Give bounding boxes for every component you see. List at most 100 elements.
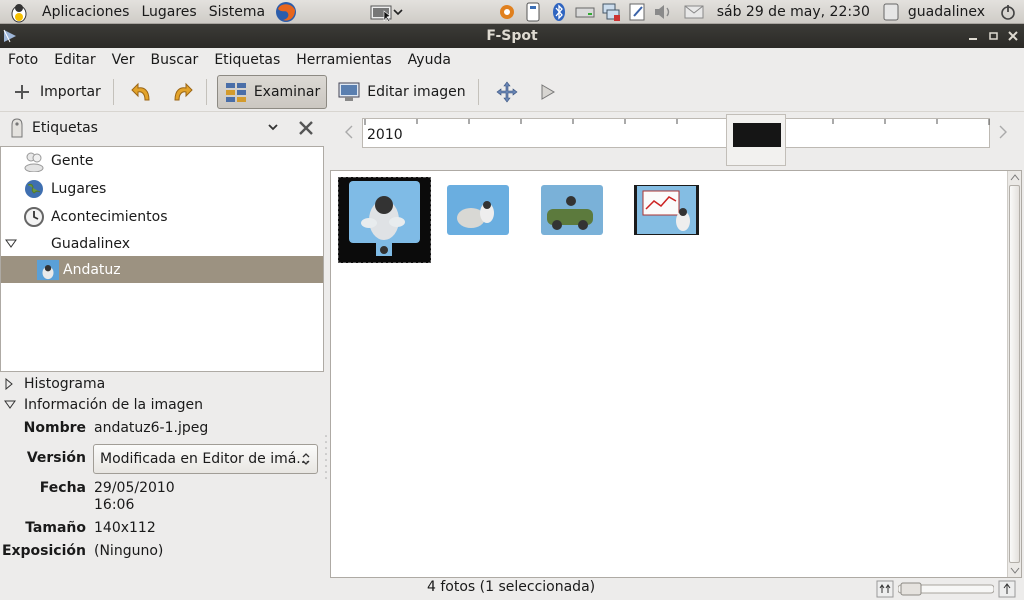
menu-ver[interactable]: Ver [104,48,143,72]
rotate-left-icon [130,80,154,104]
browse-button[interactable]: Examinar [216,74,328,109]
pane-splitter-handle[interactable] [324,430,328,490]
tag-item-guadalinex[interactable]: Guadalinex [1,230,323,257]
spin-arrows-icon [302,453,310,465]
volume-icon[interactable] [653,2,673,22]
bluetooth-icon[interactable] [549,2,569,22]
tag-item-acontecimientos[interactable]: Acontecimientos [1,203,323,230]
timeline-range-handle[interactable] [726,114,786,166]
version-select[interactable]: Modificada en Editor de imá... [93,444,318,474]
photo-4 [634,185,699,235]
scroll-up-arrow-icon[interactable] [1010,173,1020,181]
info-date-key: Fecha [39,480,86,496]
update-notifier-icon[interactable] [497,2,517,22]
rotate-right-button[interactable] [164,75,200,109]
tag-label: Acontecimientos [51,208,168,225]
slideshow-button[interactable] [529,75,565,109]
info-exposure-row: Exposición (Ninguno) [0,543,326,563]
tag-label: Guadalinex [51,235,131,252]
info-date-row: Fecha 29/05/2010 16:06 [0,480,326,520]
menu-lugares[interactable]: Lugares [135,0,202,24]
fullscreen-button[interactable] [489,75,525,109]
toolbar-separator [112,78,114,105]
mail-icon[interactable] [684,2,704,22]
tag-icon [11,118,23,138]
scroll-down-arrow-icon[interactable] [1010,567,1020,575]
chevron-down-icon[interactable] [266,120,280,134]
disk-icon[interactable] [575,2,595,22]
info-date-value: 29/05/2010 [94,480,175,496]
menu-aplicaciones[interactable]: Aplicaciones [36,0,135,24]
zoom-slider[interactable] [898,582,994,596]
menu-editar[interactable]: Editar [46,48,103,72]
photo-thumbnail[interactable] [447,185,509,235]
tag-label: Gente [51,152,94,169]
toolbar: Importar Examinar Editar imagen [0,72,1024,112]
vertical-scrollbar[interactable] [1007,171,1021,577]
menu-ayuda[interactable]: Ayuda [400,48,459,72]
empty-icon-slot [23,233,45,255]
expander-open-icon[interactable] [5,239,17,249]
minimize-button[interactable] [964,26,982,46]
power-icon[interactable] [998,2,1018,22]
menu-herramientas[interactable]: Herramientas [288,48,399,72]
tag-item-lugares[interactable]: Lugares [1,175,323,202]
tag-item-gente[interactable]: Gente [1,147,323,174]
timeline-year-label: 2010 [367,127,403,143]
window-list-applet[interactable] [370,2,410,22]
menu-foto[interactable]: Foto [0,48,46,72]
info-size-row: Tamaño 140x112 [0,520,326,540]
timeline-left-arrow-icon[interactable] [344,125,354,139]
menu-etiquetas[interactable]: Etiquetas [206,48,288,72]
clock[interactable]: sáb 29 de may, 22:30 [717,4,870,20]
zoom-in-icon[interactable] [998,580,1016,598]
tag-label: Lugares [51,180,107,197]
system-tray: sáb 29 de may, 22:30 guadalinex [494,0,1024,24]
tags-header-label: Etiquetas [32,120,98,136]
firefox-icon[interactable] [275,1,297,23]
zoom-out-icon[interactable] [876,580,894,598]
clock-icon [23,206,45,228]
rotate-left-button[interactable] [124,75,160,109]
photo-thumbnail[interactable] [634,185,699,235]
menubar: Foto Editar Ver Buscar Etiquetas Herrami… [0,48,1024,72]
timeline-bar[interactable]: 2010 [362,118,990,148]
menu-buscar[interactable]: Buscar [143,48,207,72]
maximize-button[interactable] [984,26,1002,46]
info-version-row: Versión [0,450,90,470]
network-icon[interactable] [601,2,621,22]
sidebar: Etiquetas Gente Lugares Acontecimientos … [0,112,328,600]
photo-thumbnail[interactable] [541,185,603,235]
fullscreen-icon [495,80,519,104]
notes-icon[interactable] [627,2,647,22]
close-icon[interactable] [296,118,316,138]
tag-label: Andatuz [63,261,121,278]
import-button[interactable]: Importar [4,75,107,109]
expander-open-icon[interactable] [4,400,16,410]
top-panel: Aplicaciones Lugares Sistema sáb 29 de m… [0,0,1024,24]
tag-item-andatuz[interactable]: Andatuz [1,256,323,283]
tag-tree[interactable]: Gente Lugares Acontecimientos Guadalinex… [0,146,324,372]
info-size-key: Tamaño [25,520,86,536]
user-name[interactable]: guadalinex [908,4,985,20]
photo-tag-icon [37,259,59,281]
histogram-section[interactable]: Histograma [0,376,105,392]
plus-icon [10,80,34,104]
chevron-down-icon[interactable] [392,3,404,21]
scrollbar-thumb[interactable] [1009,185,1020,563]
removable-drive-icon[interactable] [523,2,543,22]
user-switch-icon[interactable] [881,2,901,22]
image-info-section[interactable]: Información de la imagen [0,397,203,413]
info-name-key: Nombre [23,420,86,436]
close-window-button[interactable] [1004,26,1022,46]
edit-image-button[interactable]: Editar imagen [331,75,471,109]
fspot-window-icon[interactable] [370,3,392,21]
photo-thumbnail-selected[interactable] [338,177,431,263]
expander-closed-icon[interactable] [4,378,14,390]
menu-sistema[interactable]: Sistema [203,0,271,24]
edit-image-icon [337,80,361,104]
timeline-right-arrow-icon[interactable] [998,125,1008,139]
photo-grid[interactable] [330,170,1022,578]
gnome-foot-icon[interactable] [8,1,30,23]
timeline: 2010 [340,112,1024,168]
